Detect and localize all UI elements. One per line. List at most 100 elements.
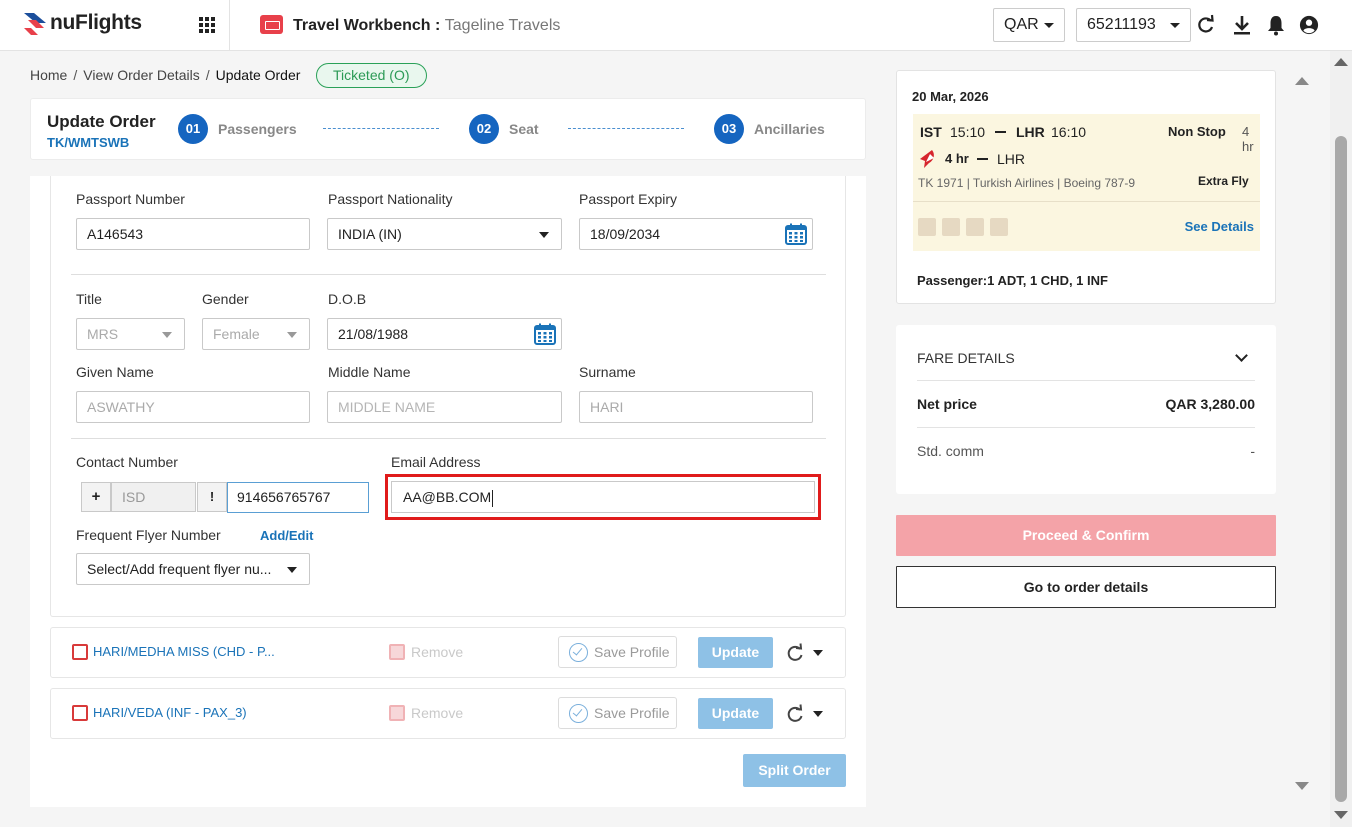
top-bar: nuFlights Travel Workbench : Tageline Tr… [0, 0, 1352, 51]
remove-checkbox[interactable] [389, 644, 405, 660]
destination-code: LHR [1016, 124, 1045, 140]
given-name-input[interactable]: ASWATHY [76, 391, 310, 423]
breadcrumb-home[interactable]: Home [30, 67, 67, 83]
passenger-name-link[interactable]: HARI/VEDA (INF - PAX_3) [93, 705, 247, 720]
calendar-icon[interactable] [785, 223, 807, 245]
apps-grid-icon[interactable] [199, 17, 215, 33]
fare-details-title[interactable]: FARE DETAILS [917, 350, 1015, 366]
ffn-add-edit-link[interactable]: Add/Edit [260, 528, 313, 543]
currency-value: QAR [1004, 16, 1039, 33]
panel-scroll-down-icon[interactable] [1295, 782, 1309, 790]
title-label: Title [76, 291, 102, 307]
panel-scroll-up-icon[interactable] [1295, 77, 1309, 85]
save-profile-button[interactable]: Save Profile [558, 636, 677, 668]
step-number-passengers[interactable]: 01 [178, 114, 208, 144]
middle-name-input[interactable]: MIDDLE NAME [327, 391, 562, 423]
title-value: MRS [87, 326, 119, 342]
passenger-form-panel: Passport Number A146543 Passport Nationa… [30, 176, 866, 807]
fare-divider [917, 427, 1255, 428]
breadcrumb: Home / View Order Details / Update Order [30, 67, 300, 83]
currency-select[interactable]: QAR [993, 8, 1065, 42]
gender-value: Female [213, 326, 260, 342]
phone-number-input[interactable]: 914656765767 [227, 482, 369, 513]
save-profile-button[interactable]: Save Profile [558, 697, 677, 729]
expand-chevron-icon[interactable] [813, 650, 823, 656]
title-select[interactable]: MRS [76, 318, 185, 350]
page-scrollbar[interactable] [1330, 51, 1352, 827]
passenger-name-link[interactable]: HARI/MEDHA MISS (CHD - P... [93, 644, 275, 659]
net-price-label: Net price [917, 396, 977, 412]
chevron-down-icon [287, 332, 297, 338]
passport-expiry-input[interactable]: 18/09/2034 [579, 218, 813, 250]
passenger-checkbox[interactable] [72, 644, 88, 660]
step-label-passengers[interactable]: Passengers [218, 121, 297, 137]
account-select[interactable]: 65211193 [1076, 8, 1191, 42]
section-divider [71, 274, 826, 275]
isd-plus-button[interactable]: + [81, 482, 111, 512]
update-button[interactable]: Update [698, 698, 773, 729]
breadcrumb-view-order[interactable]: View Order Details [83, 67, 199, 83]
chevron-down-icon [162, 332, 172, 338]
chevron-down-icon[interactable] [1235, 349, 1248, 362]
departure-time: 15:10 [950, 124, 986, 140]
dob-label: D.O.B [328, 291, 367, 307]
passenger-summary: Passenger:1 ADT, 1 CHD, 1 INF [917, 273, 1108, 288]
download-icon[interactable] [1232, 14, 1252, 36]
page-title: Update Order [47, 112, 156, 131]
phone-warning-button[interactable]: ! [197, 482, 227, 512]
segment-divider [913, 201, 1260, 202]
surname-input[interactable]: HARI [579, 391, 813, 423]
flight-segment: IST 15:10 LHR 16:10 Non Stop 4 hr 4 hr L… [913, 114, 1260, 251]
seat-icon [942, 218, 960, 236]
flight-summary-card: 20 Mar, 2026 IST 15:10 LHR 16:10 Non Sto… [896, 70, 1276, 304]
frequent-flyer-select[interactable]: Select/Add frequent flyer nu... [76, 553, 310, 585]
gender-select[interactable]: Female [202, 318, 310, 350]
stops-label: Non Stop [1168, 124, 1226, 139]
segment-duration: 4 hr [945, 151, 969, 166]
reset-icon[interactable] [785, 643, 805, 663]
calendar-icon[interactable] [534, 323, 556, 345]
reset-icon[interactable] [785, 704, 805, 724]
text-cursor [492, 489, 494, 507]
passenger-row: HARI/VEDA (INF - PAX_3) Remove Save Prof… [50, 688, 846, 739]
update-button[interactable]: Update [698, 637, 773, 668]
user-avatar-icon[interactable] [1299, 14, 1319, 36]
bell-icon[interactable] [1266, 14, 1286, 36]
save-profile-label: Save Profile [594, 705, 670, 721]
refresh-icon[interactable] [1196, 14, 1216, 36]
ffn-select-value: Select/Add frequent flyer nu... [87, 561, 272, 577]
passenger-checkbox[interactable] [72, 705, 88, 721]
passport-number-input[interactable]: A146543 [76, 218, 310, 250]
email-address-input[interactable]: AA@BB.COM [391, 481, 815, 513]
passenger-row: HARI/MEDHA MISS (CHD - P... Remove Save … [50, 627, 846, 678]
std-comm-value: - [1250, 443, 1255, 459]
step-label-seat[interactable]: Seat [509, 121, 539, 137]
split-order-button[interactable]: Split Order [743, 754, 846, 787]
scrollbar-thumb[interactable] [1335, 136, 1347, 802]
passport-expiry-value: 18/09/2034 [590, 226, 661, 242]
app-title: Travel Workbench : Tageline Travels [293, 17, 560, 35]
scroll-down-icon[interactable] [1334, 811, 1348, 819]
total-duration: 4 hr [1242, 124, 1254, 154]
step-number-seat[interactable]: 02 [469, 114, 499, 144]
passport-nationality-value: INDIA (IN) [338, 226, 402, 242]
header-divider [229, 0, 230, 50]
chevron-down-icon [1044, 23, 1054, 28]
segment-destination: LHR [997, 151, 1026, 167]
check-circle-icon [569, 643, 588, 662]
dob-input[interactable]: 21/08/1988 [327, 318, 562, 350]
go-to-order-details-button[interactable]: Go to order details [896, 566, 1276, 608]
proceed-confirm-button[interactable]: Proceed & Confirm [896, 515, 1276, 556]
isd-input[interactable]: ISD [111, 482, 196, 512]
see-details-link[interactable]: See Details [1185, 219, 1254, 234]
step-connector [323, 128, 439, 129]
expand-chevron-icon[interactable] [813, 711, 823, 717]
logo-text: nuFlights [50, 11, 142, 34]
agency-name: Tageline Travels [444, 17, 561, 34]
step-number-ancillaries[interactable]: 03 [714, 114, 744, 144]
remove-checkbox[interactable] [389, 705, 405, 721]
scroll-up-icon[interactable] [1334, 58, 1348, 66]
step-label-ancillaries[interactable]: Ancillaries [754, 121, 825, 137]
passport-nationality-select[interactable]: INDIA (IN) [327, 218, 562, 250]
nuflights-logo[interactable]: nuFlights [22, 10, 142, 36]
